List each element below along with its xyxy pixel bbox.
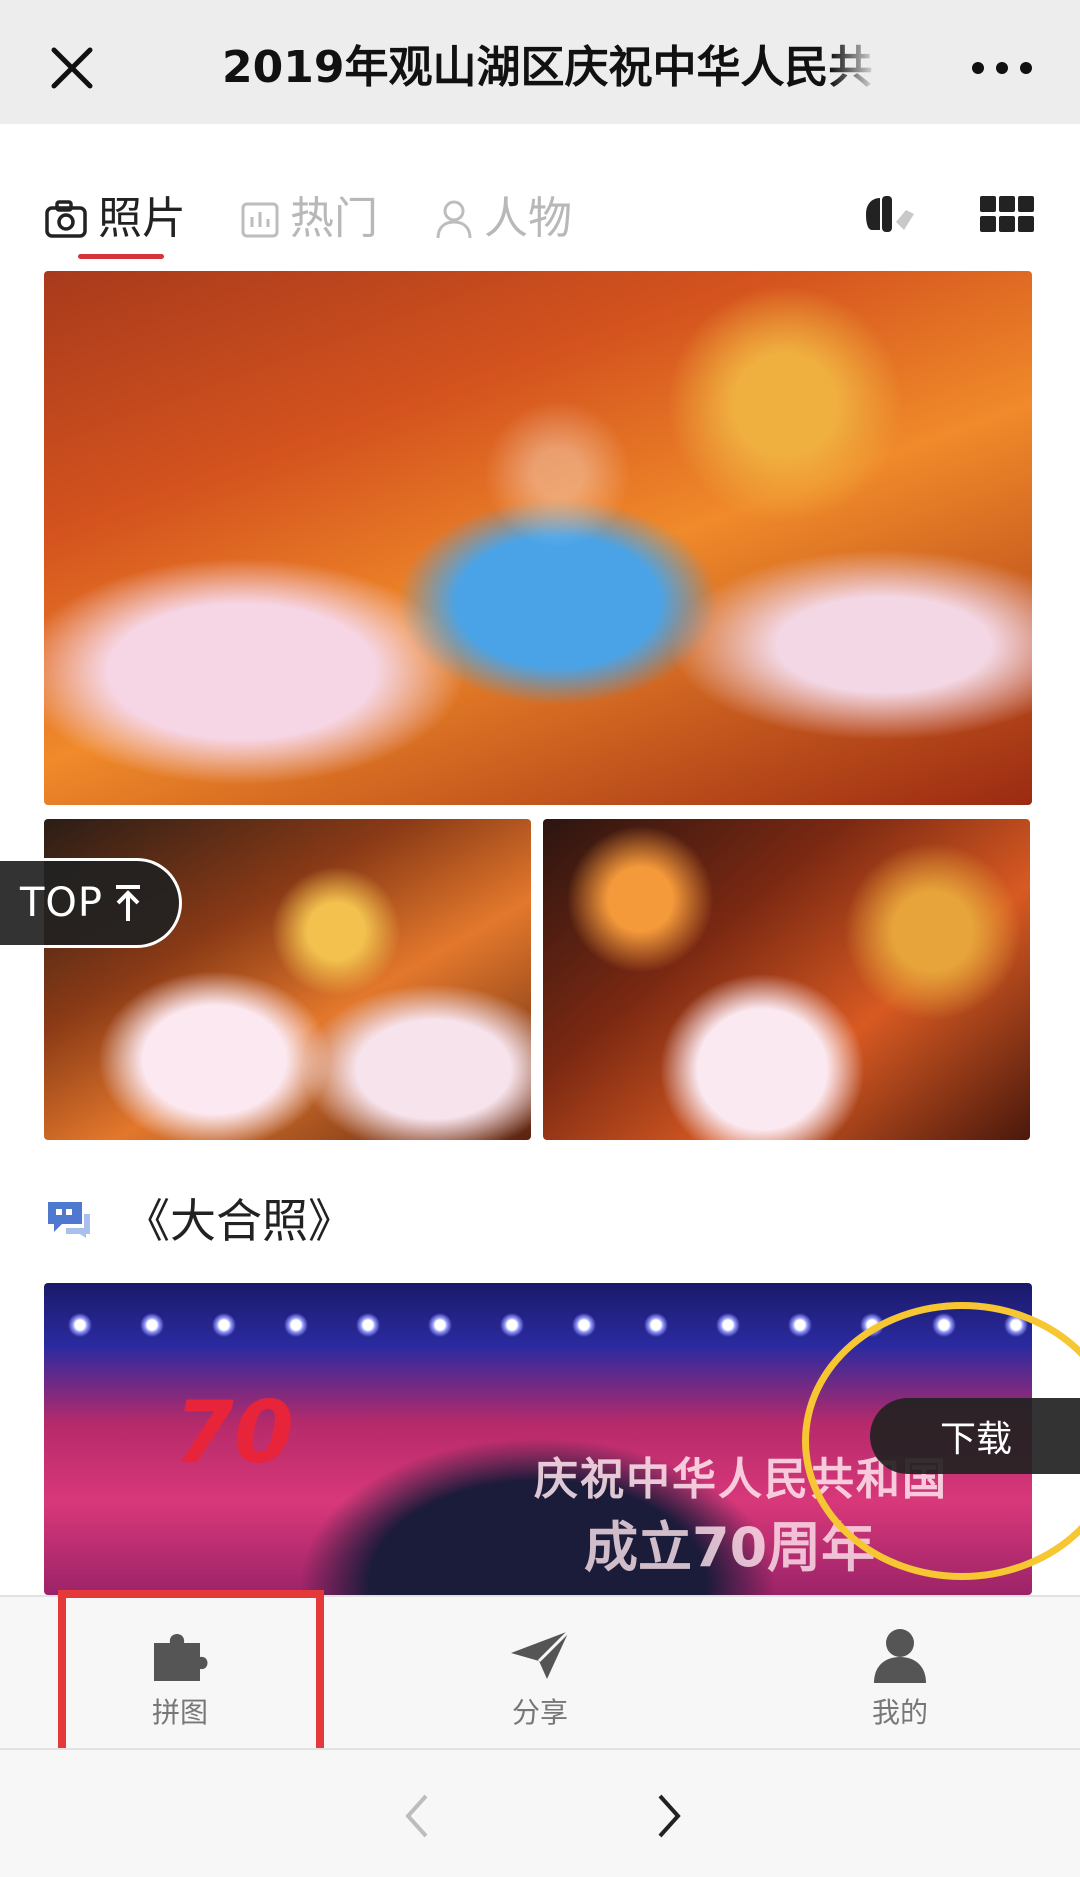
grid-view-button[interactable] (978, 192, 1036, 240)
single-view-button[interactable] (862, 192, 918, 240)
tab-people[interactable]: 人物 (434, 184, 572, 254)
person-icon (436, 200, 472, 239)
section-title: 《大合照》 (124, 1194, 354, 1248)
back-button[interactable] (388, 1788, 448, 1844)
close-button[interactable] (40, 36, 104, 100)
more-icon (972, 62, 1032, 74)
chart-icon (241, 202, 279, 238)
arrow-up-icon (116, 885, 141, 921)
title-fade (830, 30, 900, 100)
grid-view-icon (980, 196, 1034, 232)
forward-button[interactable] (638, 1788, 698, 1844)
banner-logo: 70 (174, 1383, 294, 1483)
back-to-top-button[interactable]: TOP (0, 858, 182, 948)
bottom-tab-mine-label: 我的 (871, 1696, 928, 1729)
section-heading: 《大合照》 (44, 1188, 354, 1248)
close-icon (51, 47, 93, 89)
photo-singer-stage[interactable] (44, 271, 1032, 805)
bottom-tab-mine[interactable]: 我的 (820, 1625, 980, 1731)
top-nav-bar: 2019年观山湖区庆祝中华人民共和国成立70周年 (0, 0, 1080, 124)
highlight-box (58, 1590, 324, 1762)
bottom-tab-share[interactable]: 分享 (460, 1625, 620, 1731)
active-tab-indicator (78, 254, 164, 259)
tab-photos-label: 照片 (98, 193, 186, 244)
bottom-tab-share-label: 分享 (511, 1696, 568, 1729)
tab-popular[interactable]: 热门 (240, 184, 378, 254)
user-icon (874, 1629, 926, 1683)
more-button[interactable] (964, 48, 1040, 88)
photo-dancer-right[interactable] (543, 819, 1030, 1140)
chevron-left-icon (405, 1794, 428, 1838)
chevron-right-icon (658, 1794, 681, 1838)
page-title: 2019年观山湖区庆祝中华人民共和国成立70周年 (222, 42, 872, 93)
top-label: TOP (20, 880, 104, 926)
tab-popular-label: 热门 (290, 193, 378, 244)
camera-icon (45, 200, 87, 238)
tab-photos[interactable]: 照片 (44, 184, 186, 254)
browser-nav-strip (0, 1748, 1080, 1877)
paper-plane-icon (511, 1629, 571, 1679)
chat-bubble-icon (48, 1202, 90, 1238)
single-view-icon (866, 196, 914, 232)
tab-people-label: 人物 (484, 193, 572, 244)
